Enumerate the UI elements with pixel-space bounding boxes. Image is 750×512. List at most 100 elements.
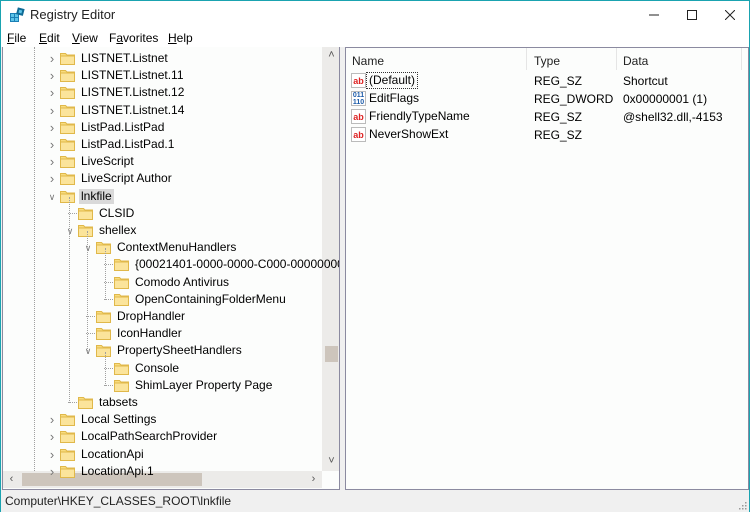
value-row[interactable]: ab FriendlyTypeName REG_SZ @shell32.dll,-41… (346, 108, 748, 126)
tree-item[interactable]: › Local Settings (3, 411, 322, 428)
tree-item[interactable]: {00021401-0000-0000-C000-00000000 (3, 256, 339, 273)
close-icon (725, 10, 735, 20)
chevron-right-icon[interactable]: › (47, 104, 57, 117)
value-type: REG_SZ (534, 74, 583, 88)
folder-icon (60, 412, 75, 427)
tree-item[interactable]: › LISTNET.Listnet.11 (3, 67, 322, 84)
column-separator[interactable] (526, 48, 527, 70)
value-name: FriendlyTypeName (369, 109, 470, 123)
tree-item-label: LISTNET.Listnet (81, 51, 168, 65)
folder-icon (96, 309, 111, 323)
tree-item[interactable]: Comodo Antivirus (3, 274, 322, 291)
value-data: 0x00000001 (1) (623, 92, 708, 106)
tree-item-label: ShimLayer Property Page (135, 377, 273, 392)
value-name: (Default) (365, 72, 419, 89)
tree-item[interactable]: IconHandler (3, 325, 322, 342)
resize-grip-icon[interactable] (737, 500, 747, 510)
menu-help[interactable]: Help (168, 31, 193, 45)
string-value-icon: ab (351, 73, 366, 88)
tree-item[interactable]: OpenContainingFolderMenu (3, 291, 322, 308)
tree-item[interactable]: › LiveScript (3, 153, 322, 170)
tree-item[interactable]: ∨ PropertySheetHandlers (3, 342, 322, 359)
tree-item[interactable]: ∨ lnkfile (3, 188, 322, 205)
folder-icon (78, 206, 93, 220)
tree-item-label: OpenContainingFolderMenu (135, 291, 286, 306)
chevron-down-icon[interactable]: ∨ (65, 226, 75, 236)
tree-item[interactable]: CLSID (3, 205, 322, 222)
menu-favorites[interactable]: Favorites (109, 31, 158, 45)
value-row[interactable]: 011 110 EditFlags REG_DWORD 0x00000001 (1) (346, 90, 748, 108)
column-header-type[interactable]: Type (534, 54, 560, 68)
tree-item[interactable]: tabsets (3, 394, 322, 411)
tree-item[interactable]: ∨ ContextMenuHandlers (3, 239, 322, 256)
tree-item[interactable]: › LocationApi.1 (3, 463, 322, 480)
close-button[interactable] (707, 1, 750, 29)
tree-item[interactable]: › LocalPathSearchProvider (3, 428, 322, 445)
chevron-down-icon[interactable]: ∨ (83, 346, 93, 356)
scroll-up-arrow-icon[interactable]: ˄ (323, 47, 339, 64)
tree-item[interactable]: ShimLayer Property Page (3, 377, 322, 394)
chevron-right-icon[interactable]: › (47, 86, 57, 99)
tree-item-label: lnkfile (79, 188, 114, 204)
folder-icon (60, 51, 75, 65)
tree-item[interactable]: › LISTNET.Listnet.12 (3, 84, 322, 101)
chevron-right-icon[interactable]: › (47, 121, 57, 134)
menu-edit[interactable]: Edit (39, 31, 60, 45)
value-row[interactable]: ab NeverShowExt REG_SZ (346, 126, 748, 144)
folder-icon (60, 171, 75, 186)
tree-item[interactable]: › ListPad.ListPad.1 (3, 136, 322, 153)
tree-item[interactable]: › LISTNET.Listnet.14 (3, 102, 322, 119)
tree-vertical-scroll-thumb[interactable] (325, 346, 338, 362)
chevron-right-icon[interactable]: › (47, 69, 57, 82)
tree-item[interactable]: ∨ shellex (3, 222, 322, 239)
value-row[interactable]: ab (Default) REG_SZ Shortcut (346, 72, 748, 90)
tree-item-label: Local Settings (81, 412, 157, 427)
tree-item[interactable]: Console (3, 360, 322, 377)
tree-item[interactable]: › ListPad.ListPad (3, 119, 322, 136)
column-separator[interactable] (741, 48, 742, 70)
folder-icon (60, 137, 75, 151)
chevron-right-icon[interactable]: › (47, 138, 57, 151)
status-bar: Computer\HKEY_CLASSES_ROOT\lnkfile (1, 490, 749, 512)
chevron-right-icon[interactable]: › (47, 52, 57, 65)
column-header-data[interactable]: Data (623, 54, 648, 68)
folder-icon (96, 343, 111, 358)
column-header-name[interactable]: Name (352, 54, 384, 68)
tree-item-label: {00021401-0000-0000-C000-00000000 (135, 257, 340, 272)
tree-item-label: tabsets (99, 395, 138, 409)
values-list[interactable]: Name Type Data ab (Default) REG_SZ Shortcut… (345, 47, 749, 490)
tree-guide-line (87, 231, 88, 352)
tree-item-label: LocationApi (81, 446, 144, 461)
menu-bar: File Edit View Favorites Help (1, 29, 749, 47)
chevron-down-icon[interactable]: ∨ (47, 192, 57, 202)
tree-item[interactable]: › LocationApi (3, 446, 322, 463)
value-data: Shortcut (623, 74, 668, 88)
scroll-down-arrow-icon[interactable]: ˅ (323, 453, 339, 470)
chevron-right-icon[interactable]: › (47, 448, 57, 461)
folder-icon (60, 85, 75, 100)
menu-view[interactable]: View (72, 31, 98, 45)
tree-item-label: ContextMenuHandlers (117, 240, 237, 255)
folder-icon (60, 464, 75, 478)
chevron-right-icon[interactable]: › (47, 430, 57, 443)
column-separator[interactable] (616, 48, 617, 70)
menu-file[interactable]: File (7, 31, 26, 45)
chevron-right-icon[interactable]: › (47, 155, 57, 168)
key-tree[interactable]: ˄ ˅ ‹ › › LISTNET.Listnet › LISTNET.Listnet… (2, 47, 340, 490)
chevron-right-icon[interactable]: › (47, 172, 57, 185)
folder-icon (60, 447, 75, 461)
chevron-right-icon[interactable]: › (47, 465, 57, 478)
title-bar: Registry Editor (1, 1, 749, 29)
chevron-right-icon[interactable]: › (47, 413, 57, 426)
chevron-down-icon[interactable]: ∨ (83, 243, 93, 253)
tree-item[interactable]: DropHandler (3, 308, 322, 325)
tree-item[interactable]: › LISTNET.Listnet (3, 50, 322, 67)
tree-item-label: Comodo Antivirus (135, 274, 230, 289)
tree-item-label: LISTNET.Listnet.14 (81, 102, 185, 117)
folder-icon (78, 395, 93, 409)
registry-editor-icon (10, 7, 25, 22)
string-value-icon: ab (351, 127, 366, 142)
tree-item-label: PropertySheetHandlers (117, 343, 242, 358)
tree-item-label: shellex (99, 223, 137, 237)
tree-item[interactable]: › LiveScript Author (3, 170, 322, 187)
